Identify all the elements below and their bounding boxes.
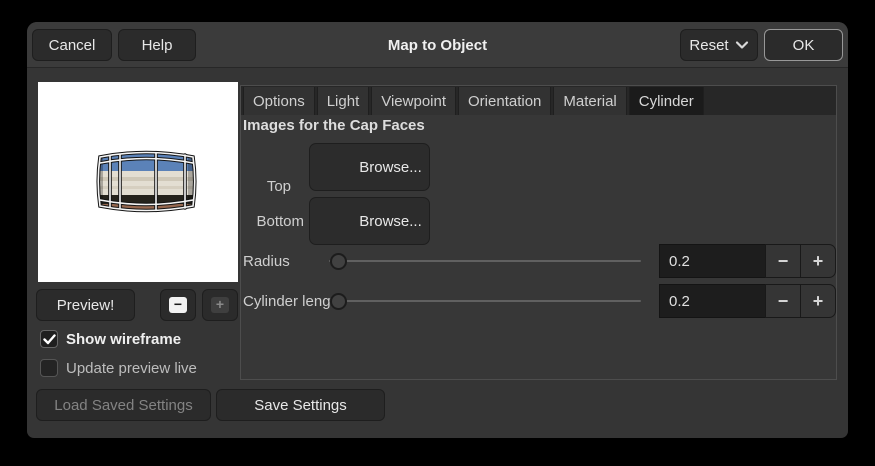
load-saved-settings-label: Load Saved Settings [54, 396, 193, 414]
radius-entry-group: − + [659, 244, 836, 278]
minus-icon: − [777, 290, 789, 311]
preview-canvas[interactable] [38, 82, 238, 282]
radius-slider-track[interactable] [329, 260, 641, 262]
chevron-down-icon [735, 38, 749, 52]
radius-decrement-button[interactable]: − [765, 244, 800, 278]
save-settings-label: Save Settings [254, 396, 347, 414]
ok-button[interactable]: OK [764, 29, 843, 61]
radius-slider-handle[interactable] [330, 253, 347, 270]
reset-button[interactable]: Reset [680, 29, 758, 61]
help-button-label: Help [141, 36, 173, 54]
radius-increment-button[interactable]: + [800, 244, 836, 278]
browse-top-button[interactable]: Browse... [309, 143, 430, 191]
cylinder-length-label: Cylinder length [243, 293, 344, 310]
load-saved-settings-button[interactable]: Load Saved Settings [36, 389, 211, 421]
show-wireframe-row: Show wireframe [40, 330, 181, 348]
save-settings-button[interactable]: Save Settings [216, 389, 385, 421]
update-preview-live-label: Update preview live [66, 359, 197, 377]
update-preview-live-checkbox[interactable] [40, 359, 58, 377]
screen-background: Cancel Help Map to Object Reset OK Previ… [0, 0, 875, 466]
tab-material[interactable]: Material [553, 87, 627, 115]
cylinder-length-input[interactable] [659, 284, 765, 318]
radius-label: Radius [243, 253, 290, 270]
tab-options[interactable]: Options [243, 87, 315, 115]
settings-notebook: Options Light Viewpoint Orientation Mate… [240, 85, 837, 380]
plus-icon: + [812, 250, 824, 271]
browse-top-label: Browse... [359, 158, 422, 176]
show-wireframe-checkbox[interactable] [40, 330, 58, 348]
ok-button-label: OK [792, 36, 815, 54]
top-label: Top [266, 178, 291, 195]
cylinder-length-slider-track[interactable] [329, 300, 641, 302]
reset-button-label: Reset [689, 36, 729, 54]
browse-bottom-label: Browse... [359, 212, 422, 230]
cylinder-length-entry-group: − + [659, 284, 836, 318]
checkmark-icon [42, 333, 56, 344]
tab-light[interactable]: Light [316, 87, 370, 115]
cancel-button-label: Cancel [48, 36, 96, 54]
update-preview-live-row: Update preview live [40, 359, 197, 377]
cap-faces-heading: Images for the Cap Faces [243, 117, 425, 134]
bottom-label: Bottom [256, 213, 304, 230]
zoom-out-icon: − [169, 297, 187, 313]
dialog-header: Cancel Help Map to Object Reset OK [27, 22, 848, 68]
cylinder-length-slider-handle[interactable] [330, 293, 347, 310]
help-button[interactable]: Help [118, 29, 196, 61]
minus-icon: − [777, 250, 789, 271]
preview-button-label: Preview! [56, 296, 115, 314]
zoom-in-icon: + [211, 297, 229, 313]
zoom-out-button[interactable]: − [160, 289, 196, 321]
cylinder-length-decrement-button[interactable]: − [765, 284, 800, 318]
cancel-button[interactable]: Cancel [32, 29, 112, 61]
tab-bar: Options Light Viewpoint Orientation Mate… [241, 86, 836, 115]
browse-bottom-button[interactable]: Browse... [309, 197, 430, 245]
tab-viewpoint[interactable]: Viewpoint [371, 87, 457, 115]
plus-icon: + [812, 290, 824, 311]
zoom-in-button[interactable]: + [202, 289, 238, 321]
map-to-object-dialog: Cancel Help Map to Object Reset OK Previ… [27, 22, 848, 438]
radius-input[interactable] [659, 244, 765, 278]
preview-button[interactable]: Preview! [36, 289, 135, 321]
cylinder-preview-render [96, 150, 197, 213]
cylinder-length-increment-button[interactable]: + [800, 284, 836, 318]
tab-orientation[interactable]: Orientation [458, 87, 552, 115]
show-wireframe-label: Show wireframe [66, 330, 182, 348]
tab-cylinder[interactable]: Cylinder [628, 87, 704, 115]
